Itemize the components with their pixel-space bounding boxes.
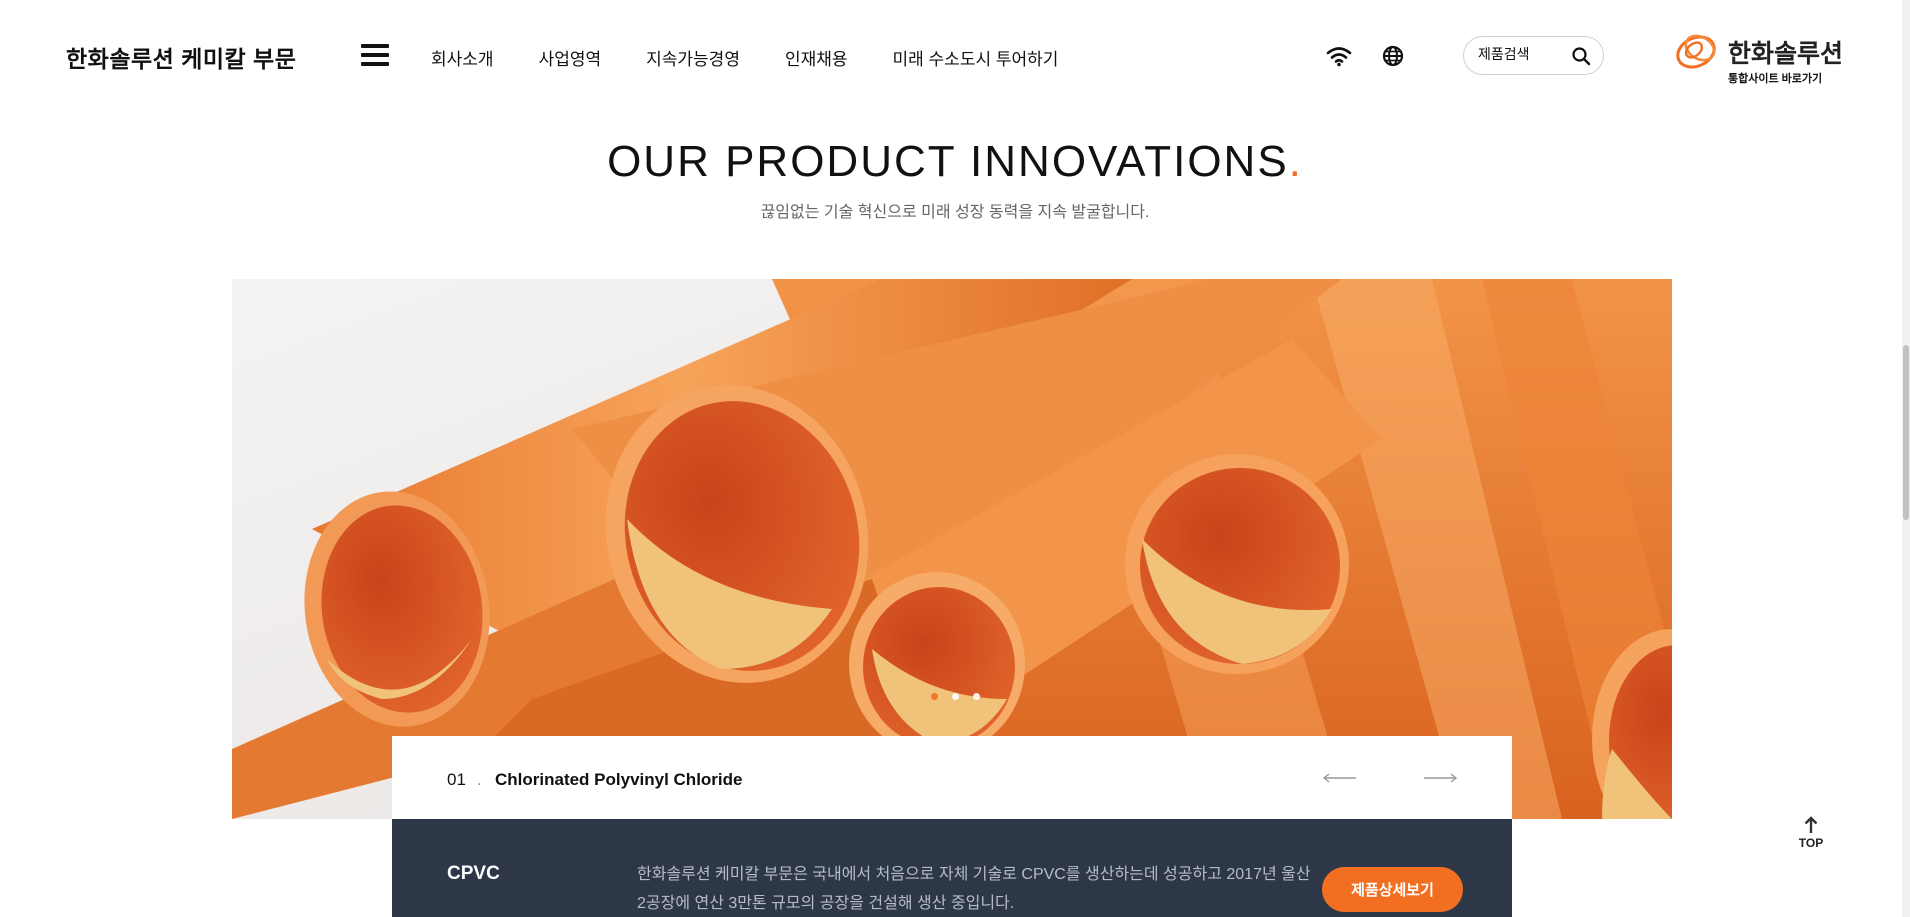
nav-item-company[interactable]: 회사소개 xyxy=(431,45,494,70)
slide-number: 01 xyxy=(447,770,466,789)
slide-number-dot: . xyxy=(477,770,482,789)
product-detail-button[interactable]: 제품상세보기 xyxy=(1322,867,1463,912)
page-scrollbar[interactable] xyxy=(1902,0,1910,917)
scroll-top-button[interactable]: TOP xyxy=(1794,816,1828,860)
search-box xyxy=(1463,36,1604,75)
brand-subtext: 통합사이트 바로가기 xyxy=(1728,73,1823,85)
title-accent-dot: . xyxy=(1288,137,1303,186)
slider-dot-1[interactable] xyxy=(930,693,938,700)
arrow-up-icon xyxy=(1804,816,1818,833)
brand-name: 한화솔루션 xyxy=(1728,40,1844,68)
hanwha-logo-icon xyxy=(1676,34,1716,69)
product-description: 한화솔루션 케미칼 부문은 국내에서 처음으로 자체 기술로 CPVC를 생산하… xyxy=(637,866,1311,912)
slide-product-title: Chlorinated Polyvinyl Chloride xyxy=(495,770,743,789)
slider-pagination xyxy=(0,693,1910,700)
globe-icon[interactable] xyxy=(1378,41,1408,71)
nav-item-hydrogen-tour[interactable]: 미래 수소도시 투어하기 xyxy=(893,45,1059,70)
nav-item-business[interactable]: 사업영역 xyxy=(539,45,602,70)
slider-dot-2[interactable] xyxy=(951,693,959,700)
page-title: OUR PRODUCT INNOVATIONS. xyxy=(607,137,1303,186)
page-subtitle: 끊임없는 기술 혁신으로 미래 성장 동력을 지속 발굴합니다. xyxy=(760,204,1150,221)
main-nav: 회사소개 사업영역 지속가능경영 인재채용 미래 수소도시 투어하기 xyxy=(431,45,1103,70)
site-title[interactable]: 한화솔루션 케미칼 부문 xyxy=(66,40,296,74)
wifi-icon[interactable] xyxy=(1324,41,1354,71)
menu-icon[interactable] xyxy=(361,44,389,66)
site-header: 한화솔루션 케미칼 부문 회사소개 사업영역 지속가능경영 인재채용 미래 수소… xyxy=(0,0,1910,110)
scrollbar-thumb[interactable] xyxy=(1903,345,1909,520)
scroll-top-label: TOP xyxy=(1798,836,1824,850)
arrow-right-icon[interactable] xyxy=(1422,768,1458,788)
product-info-panel: CPVC 한화솔루션 케미칼 부문은 국내에서 처음으로 자체 기술로 CPVC… xyxy=(392,819,1512,917)
slide-caption: 01 . Chlorinated Polyvinyl Chloride xyxy=(392,736,1512,819)
search-icon[interactable] xyxy=(1571,46,1591,66)
nav-item-sustainability[interactable]: 지속가능경영 xyxy=(646,45,740,70)
slider-dot-3[interactable] xyxy=(972,693,980,700)
arrow-left-icon[interactable] xyxy=(1322,768,1358,788)
search-input[interactable] xyxy=(1478,46,1568,62)
hanwha-brand-link[interactable]: 한화솔루션 통합사이트 바로가기 xyxy=(1672,24,1844,86)
nav-item-careers[interactable]: 인재채용 xyxy=(785,45,848,70)
product-name: CPVC xyxy=(447,863,500,884)
